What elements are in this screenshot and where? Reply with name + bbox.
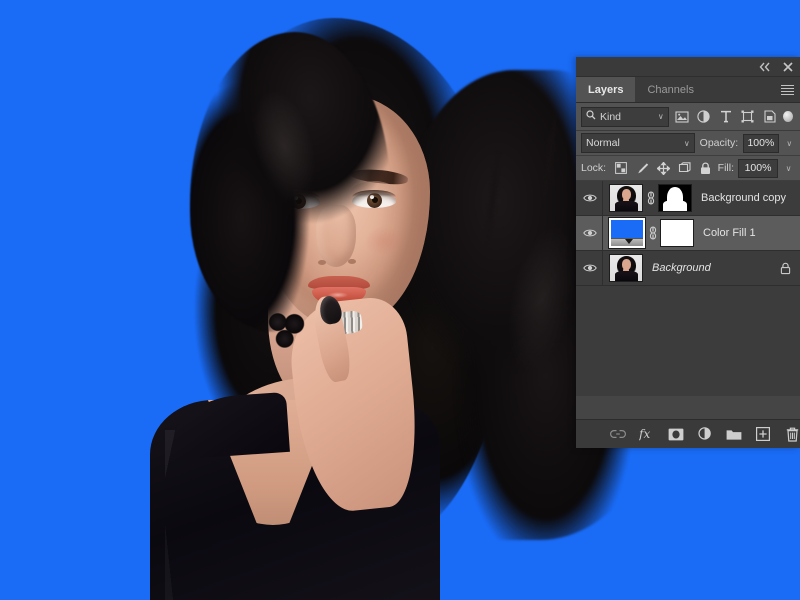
filter-kind-select[interactable]: Kind ∨ bbox=[581, 106, 669, 127]
link-layers-icon[interactable] bbox=[610, 426, 626, 442]
opacity-input[interactable]: 100% bbox=[743, 133, 779, 153]
layers-list: Background copy Color Fill 1 Background bbox=[576, 181, 800, 396]
search-icon bbox=[586, 110, 596, 123]
layer-name[interactable]: Background copy bbox=[692, 192, 800, 204]
new-group-icon[interactable] bbox=[726, 426, 742, 442]
blend-mode-bar: Normal ∨ Opacity: 100% ∨ bbox=[576, 131, 800, 156]
eye-icon bbox=[583, 194, 597, 202]
table-row[interactable]: Background copy bbox=[576, 181, 800, 216]
flower-ring bbox=[264, 308, 310, 352]
layer-visibility-toggle[interactable] bbox=[578, 181, 603, 215]
filter-type-icon[interactable] bbox=[717, 107, 735, 127]
fill-dropdown-icon[interactable]: ∨ bbox=[782, 160, 795, 177]
lock-position-icon[interactable] bbox=[656, 161, 670, 175]
photo-thumbnail bbox=[610, 185, 642, 211]
layer-mask-link-icon[interactable] bbox=[648, 226, 657, 240]
new-layer-icon[interactable] bbox=[755, 426, 771, 442]
lock-transparent-pixels-icon[interactable] bbox=[614, 161, 628, 175]
new-adjustment-layer-icon[interactable] bbox=[697, 426, 713, 442]
filter-shape-icon[interactable] bbox=[739, 107, 757, 127]
chevron-down-icon: ∨ bbox=[657, 112, 664, 121]
filter-bar: Kind ∨ bbox=[576, 103, 800, 131]
fill-label: Fill: bbox=[717, 162, 734, 174]
layer-name[interactable]: Background bbox=[643, 262, 780, 274]
layers-panel-toolbar: fx bbox=[576, 419, 800, 448]
close-panel-icon[interactable] bbox=[783, 61, 793, 72]
layer-lock-icon[interactable] bbox=[780, 262, 800, 275]
lock-image-pixels-icon[interactable] bbox=[635, 161, 649, 175]
lock-label: Lock: bbox=[581, 162, 607, 174]
panel-tabs: Layers Channels bbox=[576, 77, 800, 103]
filter-kind-label: Kind bbox=[600, 110, 622, 123]
layers-panel: Layers Channels Kind ∨ Normal ∨ Opacity:… bbox=[576, 57, 800, 448]
tab-layers[interactable]: Layers bbox=[576, 77, 636, 102]
tab-layers-label: Layers bbox=[588, 83, 624, 96]
layer-thumbnail[interactable] bbox=[609, 184, 643, 212]
svg-text:fx: fx bbox=[639, 427, 650, 441]
chevron-down-icon: ∨ bbox=[683, 138, 690, 148]
lock-all-icon[interactable] bbox=[698, 161, 712, 175]
opacity-label: Opacity: bbox=[699, 137, 739, 149]
layer-mask-link-icon[interactable] bbox=[646, 191, 655, 205]
add-layer-mask-icon[interactable] bbox=[668, 426, 684, 442]
filter-smart-object-icon[interactable] bbox=[761, 107, 779, 127]
layer-mask-thumbnail[interactable] bbox=[660, 219, 694, 247]
filter-adjustment-icon[interactable] bbox=[695, 107, 713, 127]
photoshop-canvas: Layers Channels Kind ∨ Normal ∨ Opacity:… bbox=[0, 0, 800, 600]
layer-name[interactable]: Color Fill 1 bbox=[694, 227, 800, 239]
table-row[interactable]: Background bbox=[576, 251, 800, 286]
layer-style-fx-icon[interactable]: fx bbox=[639, 426, 655, 442]
layer-mask-thumbnail[interactable] bbox=[658, 184, 692, 212]
opacity-dropdown-icon[interactable]: ∨ bbox=[784, 135, 795, 152]
layer-visibility-toggle[interactable] bbox=[578, 251, 603, 285]
layer-visibility-toggle[interactable] bbox=[578, 216, 603, 250]
filter-toggle-switch[interactable] bbox=[783, 111, 794, 122]
photo-thumbnail bbox=[610, 255, 642, 281]
filter-pixel-icon[interactable] bbox=[673, 107, 691, 127]
solid-color-fill-thumbnail bbox=[611, 220, 643, 246]
tab-channels[interactable]: Channels bbox=[635, 77, 705, 102]
delete-layer-icon[interactable] bbox=[784, 426, 800, 442]
blend-mode-value: Normal bbox=[586, 137, 620, 149]
panel-menu-icon[interactable] bbox=[781, 83, 794, 96]
layer-thumbnail[interactable] bbox=[608, 217, 646, 249]
lock-bar: Lock: Fill: 100% ∨ bbox=[576, 156, 800, 181]
blend-mode-select[interactable]: Normal ∨ bbox=[581, 133, 695, 153]
white-mask bbox=[661, 220, 693, 246]
layer-thumbnail[interactable] bbox=[609, 254, 643, 282]
black-silhouette-mask bbox=[659, 185, 691, 211]
eye-icon bbox=[583, 264, 597, 272]
fill-input[interactable]: 100% bbox=[738, 158, 778, 178]
collapse-panel-icon[interactable] bbox=[759, 62, 771, 72]
panel-titlebar bbox=[576, 57, 800, 77]
eye-icon bbox=[583, 229, 597, 237]
tab-channels-label: Channels bbox=[647, 83, 694, 96]
lock-artboard-nesting-icon[interactable] bbox=[677, 161, 691, 175]
table-row[interactable]: Color Fill 1 bbox=[576, 216, 800, 251]
